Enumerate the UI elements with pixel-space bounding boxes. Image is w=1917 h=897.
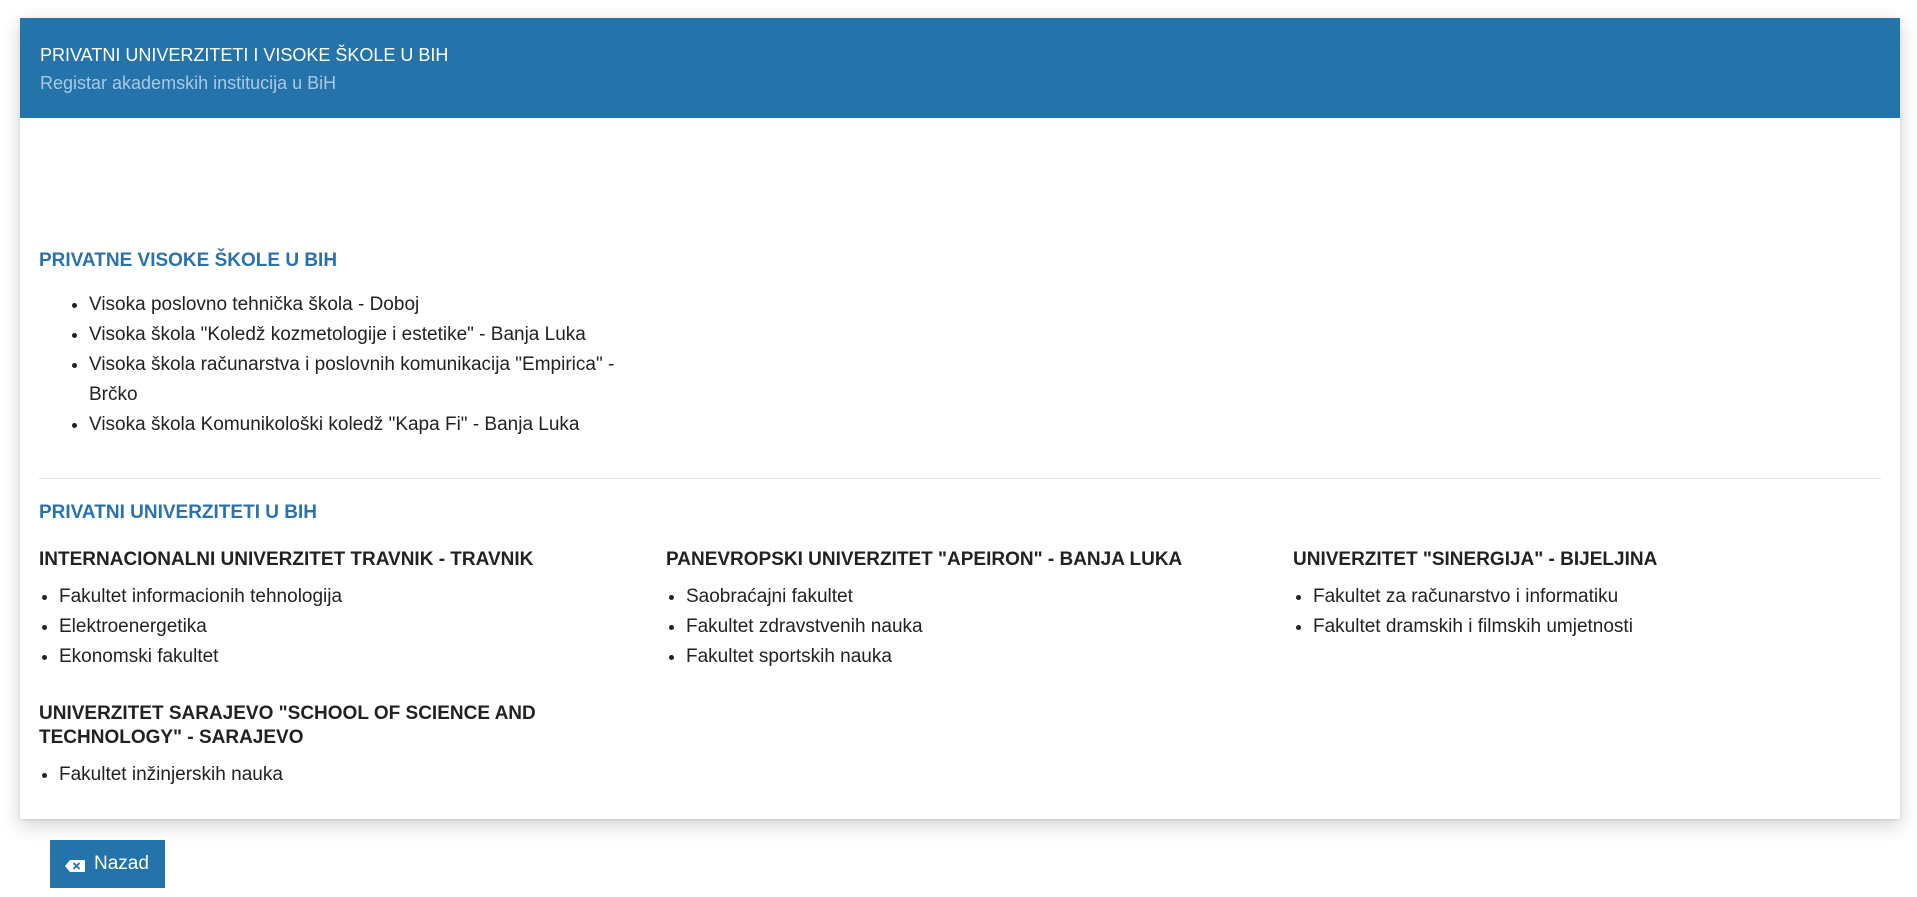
faculty-list: Fakultet inžinjerskih nauka <box>39 760 559 790</box>
list-item: Fakultet informacionih tehnologija <box>59 582 639 612</box>
list-item: Elektroenergetika <box>59 612 639 642</box>
list-item: Visoka poslovno tehnička škola - Doboj <box>89 290 659 320</box>
university-block: UNIVERZITET "SINERGIJA" - BIJELJINA Faku… <box>1293 548 1893 642</box>
list-item: Fakultet sportskih nauka <box>686 642 1266 672</box>
university-name: INTERNACIONALNI UNIVERZITET TRAVNIK - TR… <box>39 549 534 570</box>
back-button[interactable]: Nazad <box>50 840 165 888</box>
university-name: PANEVROPSKI UNIVERZITET "APEIRON" - BANJ… <box>666 549 1183 570</box>
list-item: Fakultet zdravstvenih nauka <box>686 612 1266 642</box>
list-item: Visoka škola Komunikološki koledž "Kapa … <box>89 410 659 440</box>
faculty-list: Saobraćajni fakultet Fakultet zdravstven… <box>666 582 1266 672</box>
card-header: PRIVATNI UNIVERZITETI I VISOKE ŠKOLE U B… <box>20 18 1900 118</box>
section-title-schools: PRIVATNE VISOKE ŠKOLE U BIH <box>39 250 338 271</box>
page-title: PRIVATNI UNIVERZITETI I VISOKE ŠKOLE U B… <box>40 45 449 65</box>
list-item: Fakultet za računarstvo i informatiku <box>1313 582 1893 612</box>
section-title-universities: PRIVATNI UNIVERZITETI U BIH <box>39 502 317 523</box>
institutions-card: PRIVATNI UNIVERZITETI I VISOKE ŠKOLE U B… <box>20 18 1900 888</box>
list-item: Fakultet inžinjerskih nauka <box>59 760 559 790</box>
page-subtitle: Registar akademskih institucija u BiH <box>40 73 337 93</box>
list-item: Saobraćajni fakultet <box>686 582 1266 612</box>
list-item: Ekonomski fakultet <box>59 642 639 672</box>
university-name: UNIVERZITET "SINERGIJA" - BIJELJINA <box>1293 549 1658 570</box>
faculty-list: Fakultet za računarstvo i informatiku Fa… <box>1293 582 1893 642</box>
schools-list: Visoka poslovno tehnička škola - Doboj V… <box>39 290 659 440</box>
university-block: PANEVROPSKI UNIVERZITET "APEIRON" - BANJ… <box>666 548 1266 672</box>
backspace-icon <box>64 857 86 872</box>
list-item: Visoka škola računarstva i poslovnih kom… <box>89 350 659 410</box>
university-name: UNIVERZITET SARAJEVO "SCHOOL OF SCIENCE … <box>39 703 536 748</box>
university-block: UNIVERZITET SARAJEVO "SCHOOL OF SCIENCE … <box>39 702 559 790</box>
faculty-list: Fakultet informacionih tehnologija Elekt… <box>39 582 639 672</box>
section-divider <box>39 478 1881 479</box>
list-item: Visoka škola "Koledž kozmetologije i est… <box>89 320 659 350</box>
back-button-label: Nazad <box>94 853 149 874</box>
list-item: Fakultet dramskih i filmskih umjetnosti <box>1313 612 1893 642</box>
university-block: INTERNACIONALNI UNIVERZITET TRAVNIK - TR… <box>39 548 639 672</box>
